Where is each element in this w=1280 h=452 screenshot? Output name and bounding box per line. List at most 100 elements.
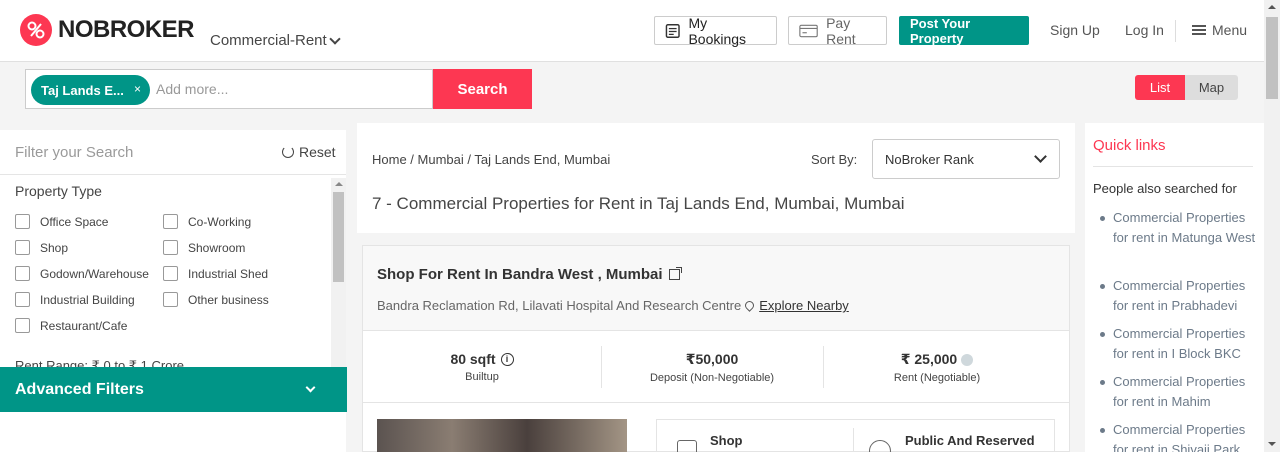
address-text: Bandra Reclamation Rd, Lilavati Hospital… [377, 298, 742, 313]
checkbox-box[interactable] [163, 266, 178, 281]
results-header: Home / Mumbai / Taj Lands End, Mumbai So… [357, 123, 1075, 233]
category-dropdown-label: Commercial-Rent [210, 32, 327, 49]
post-property-button[interactable]: Post Your Property [899, 16, 1029, 46]
scrollbar-thumb[interactable] [333, 192, 344, 282]
amenity-type: Shop [710, 433, 743, 448]
hamburger-icon [1192, 25, 1206, 35]
search-input[interactable]: Taj Lands E... × Add more... [25, 69, 433, 109]
checkbox-industrial-shed[interactable]: Industrial Shed [163, 266, 268, 281]
quick-link-item[interactable]: Commercial Properties for rent in I Bloc… [1100, 324, 1258, 364]
quick-link-item[interactable]: Commercial Properties for rent in Matung… [1100, 208, 1258, 248]
sign-up-link[interactable]: Sign Up [1050, 22, 1100, 38]
divider [1093, 166, 1253, 167]
card-icon [799, 24, 818, 37]
amenity-parking: Public And Reserved [905, 433, 1035, 448]
sort-select-value: NoBroker Rank [885, 151, 974, 167]
checkbox-box[interactable] [163, 240, 178, 255]
page-scrollbar[interactable] [1264, 0, 1280, 452]
quick-link-item[interactable]: Commercial Properties for rent in Mahim [1100, 372, 1258, 412]
scrollbar-thumb[interactable] [1266, 17, 1278, 99]
reset-button[interactable]: Reset [282, 144, 336, 160]
search-button[interactable]: Search [433, 69, 532, 109]
sort-select[interactable]: NoBroker Rank [872, 139, 1060, 179]
amenity-divider [853, 428, 854, 452]
quick-link-item[interactable]: Commercial Properties for rent in Shivaj… [1100, 420, 1258, 452]
bookings-icon [665, 23, 680, 38]
parking-icon [869, 440, 891, 452]
filter-search-input[interactable]: Filter your Search [15, 144, 133, 161]
external-link-icon [668, 267, 682, 280]
chevron-down-icon [1034, 150, 1047, 163]
top-header: NOBROKER Commercial-Rent My Bookings Pay… [0, 0, 1264, 62]
logo-text: NOBROKER [58, 16, 195, 43]
checkbox-box[interactable] [15, 214, 30, 229]
checkbox-box[interactable] [15, 266, 30, 281]
checkbox-box[interactable] [15, 318, 30, 333]
checkbox-office-space[interactable]: Office Space [15, 214, 108, 229]
add-more-placeholder[interactable]: Add more... [156, 81, 228, 97]
listing-photo[interactable] [377, 419, 627, 452]
quick-link-item[interactable]: Commercial Properties for rent in Prabha… [1100, 276, 1258, 316]
listing-card-header: Shop For Rent In Bandra West , Mumbai Ba… [363, 246, 1069, 331]
scroll-up-arrow-icon[interactable] [335, 182, 343, 186]
checkbox-label: Godown/Warehouse [40, 266, 149, 281]
advanced-filters-button[interactable]: Advanced Filters [0, 367, 347, 412]
scroll-up-arrow-icon[interactable] [1268, 5, 1276, 9]
rent-label: Rent (Negotiable) [893, 372, 981, 384]
close-icon[interactable]: × [134, 82, 141, 96]
header-divider [1175, 20, 1176, 42]
listing-amenities: Shop Public And Reserved [656, 419, 1055, 452]
location-pin-icon [743, 299, 757, 312]
quick-links-title: Quick links [1093, 137, 1166, 154]
my-bookings-button[interactable]: My Bookings [654, 14, 777, 47]
checkbox-label: Restaurant/Cafe [40, 318, 128, 333]
rent-stat: ₹ 25,000 Rent (Negotiable) [823, 331, 1051, 403]
checkbox-box[interactable] [163, 214, 178, 229]
list-view-button[interactable]: List [1135, 75, 1185, 100]
category-dropdown[interactable]: Commercial-Rent [210, 32, 341, 49]
area-label: Builtup [465, 371, 499, 383]
advanced-filters-label: Advanced Filters [15, 380, 144, 398]
divider [0, 174, 346, 175]
property-type-heading: Property Type [15, 183, 102, 199]
area-value: 80 sqft [450, 351, 496, 367]
map-view-button[interactable]: Map [1185, 75, 1238, 100]
listing-title-link[interactable]: Shop For Rent In Bandra West , Mumbai [377, 266, 682, 283]
checkbox-box[interactable] [15, 292, 30, 307]
checkbox-godown-warehouse[interactable]: Godown/Warehouse [15, 266, 149, 281]
locality-chip[interactable]: Taj Lands E... × [31, 75, 150, 105]
listing-stats: 80 sqft i Builtup ₹50,000 Deposit (Non-Ne… [363, 331, 1069, 403]
breadcrumb[interactable]: Home / Mumbai / Taj Lands End, Mumbai [372, 152, 610, 167]
nobroker-logo[interactable]: NOBROKER [20, 14, 195, 46]
deposit-stat: ₹50,000 Deposit (Non-Negotiable) [601, 331, 823, 403]
view-toggle: List Map [1135, 75, 1238, 100]
checkbox-label: Industrial Building [40, 292, 135, 307]
log-in-link[interactable]: Log In [1125, 22, 1164, 38]
pay-rent-button[interactable]: Pay Rent [788, 15, 887, 47]
checkbox-industrial-building[interactable]: Industrial Building [15, 292, 135, 307]
sort-label: Sort By: [811, 152, 858, 167]
checkbox-co-working[interactable]: Co-Working [163, 214, 251, 229]
checkbox-restaurant-cafe[interactable]: Restaurant/Cafe [15, 318, 127, 333]
info-icon[interactable]: i [500, 352, 514, 366]
filter-scrollbar[interactable] [331, 178, 346, 368]
my-bookings-label: My Bookings [688, 14, 747, 47]
explore-nearby-link[interactable]: Explore Nearby [759, 298, 849, 313]
scroll-down-arrow-icon[interactable] [1268, 442, 1276, 446]
listing-title: Shop For Rent In Bandra West , Mumbai [377, 266, 663, 283]
listing-address: Bandra Reclamation Rd, Lilavati Hospital… [377, 298, 849, 313]
quick-links-subtitle: People also searched for [1093, 181, 1237, 196]
checkbox-shop[interactable]: Shop [15, 240, 68, 255]
checkbox-other-business[interactable]: Other business [163, 292, 269, 307]
checkbox-label: Showroom [188, 240, 246, 255]
menu-button[interactable]: Menu [1192, 22, 1247, 38]
checkbox-label: Other business [188, 292, 269, 307]
coin-icon[interactable] [961, 353, 974, 366]
checkbox-label: Co-Working [188, 214, 252, 229]
listing-card[interactable]: Shop For Rent In Bandra West , Mumbai Ba… [362, 245, 1070, 452]
chevron-down-icon [305, 382, 316, 393]
locality-chip-label: Taj Lands E... [41, 82, 124, 98]
checkbox-box[interactable] [163, 292, 178, 307]
checkbox-showroom[interactable]: Showroom [163, 240, 245, 255]
checkbox-box[interactable] [15, 240, 30, 255]
